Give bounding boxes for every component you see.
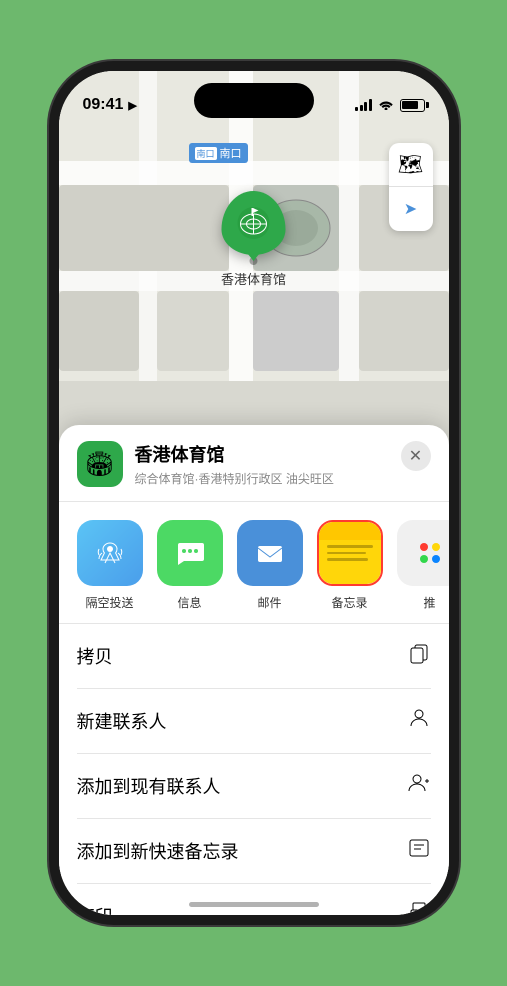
battery-icon (400, 99, 425, 112)
print-icon (407, 901, 431, 915)
close-button[interactable]: ✕ (401, 441, 431, 471)
time-label: 09:41 (83, 96, 124, 114)
copy-label: 拷贝 (77, 643, 113, 669)
messages-icon (157, 520, 223, 586)
stadium-pin: 香港体育馆 (221, 191, 286, 288)
airdrop-icon (77, 520, 143, 586)
notes-icon (319, 522, 381, 584)
nankou-text: 南口 (220, 145, 242, 161)
pin-label: 香港体育馆 (221, 269, 286, 288)
messages-label: 信息 (177, 594, 201, 611)
share-item-notes[interactable]: 备忘录 (317, 520, 383, 611)
airdrop-label: 隔空投送 (85, 594, 133, 611)
location-icon: 🏟 (77, 441, 123, 487)
notes-selected-border (317, 520, 383, 586)
location-name: 香港体育馆 (135, 441, 389, 467)
phone-frame: 09:41 ▶ (59, 71, 449, 915)
home-indicator (189, 902, 319, 907)
print-label: 打印 (77, 903, 113, 915)
location-subtitle: 综合体育馆·香港特别行政区 油尖旺区 (135, 470, 389, 487)
wifi-icon (378, 98, 394, 113)
dynamic-island (194, 83, 314, 118)
mail-icon (237, 520, 303, 586)
location-card: 🏟 香港体育馆 综合体育馆·香港特别行政区 油尖旺区 ✕ (59, 425, 449, 502)
nankou-label: 南口 南口 (189, 143, 248, 163)
more-icon (397, 520, 449, 586)
location-button[interactable]: ➤ (389, 187, 433, 231)
action-item-print[interactable]: 打印 (77, 884, 431, 915)
location-info: 香港体育馆 综合体育馆·香港特别行政区 油尖旺区 (135, 441, 389, 487)
action-item-copy[interactable]: 拷贝 (77, 624, 431, 689)
map-controls[interactable]: 🗺 ➤ (389, 143, 433, 231)
share-item-mail[interactable]: 邮件 (237, 520, 303, 611)
add-contact-label: 添加到现有联系人 (77, 773, 221, 799)
share-item-more[interactable]: 推 (397, 520, 449, 611)
share-item-messages[interactable]: 信息 (157, 520, 223, 611)
signal-icon (355, 99, 372, 111)
map-type-button[interactable]: 🗺 (389, 143, 433, 187)
action-item-quick-note[interactable]: 添加到新快速备忘录 (77, 819, 431, 884)
quick-note-label: 添加到新快速备忘录 (77, 838, 239, 864)
notes-label: 备忘录 (331, 594, 367, 611)
nankou-prefix: 南口 (195, 147, 217, 160)
pin-icon (221, 191, 285, 255)
new-contact-label: 新建联系人 (77, 708, 167, 734)
action-list: 拷贝 新建联系人 添加到现有联系人 (59, 624, 449, 915)
copy-icon (407, 641, 431, 671)
mail-label: 邮件 (257, 594, 281, 611)
location-arrow-icon: ▶ (128, 99, 136, 112)
status-time: 09:41 ▶ (83, 96, 137, 114)
quick-note-icon (407, 836, 431, 866)
status-icons (355, 98, 425, 113)
more-label: 推 (423, 594, 435, 611)
share-item-airdrop[interactable]: 隔空投送 (77, 520, 143, 611)
share-row: 隔空投送 信息 (59, 502, 449, 624)
bottom-sheet: 🏟 香港体育馆 综合体育馆·香港特别行政区 油尖旺区 ✕ (59, 425, 449, 915)
new-contact-icon (407, 706, 431, 736)
add-contact-icon (407, 771, 431, 801)
action-item-new-contact[interactable]: 新建联系人 (77, 689, 431, 754)
action-item-add-contact[interactable]: 添加到现有联系人 (77, 754, 431, 819)
